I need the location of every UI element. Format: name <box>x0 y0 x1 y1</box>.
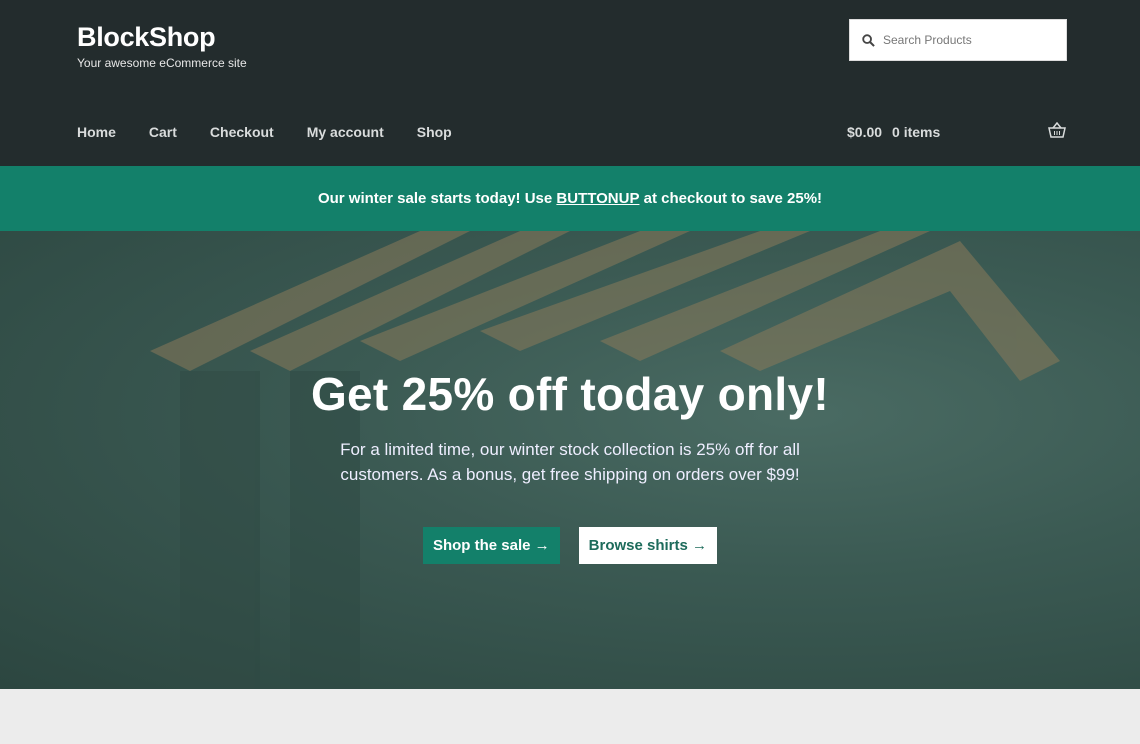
site-title[interactable]: BlockShop <box>77 22 247 53</box>
shop-the-sale-button[interactable]: Shop the sale → <box>422 527 560 564</box>
coupon-code: BUTTONUP <box>556 190 640 207</box>
site-header: BlockShop Your awesome eCommerce site Ho… <box>0 0 1140 166</box>
sale-banner: Our winter sale starts today! Use BUTTON… <box>0 166 1140 231</box>
nav-cart[interactable]: Cart <box>149 124 177 140</box>
basket-icon[interactable] <box>1048 122 1066 138</box>
cart-count: 0 items <box>892 124 941 140</box>
nav-my-account[interactable]: My account <box>307 124 384 140</box>
cart-total: $0.00 <box>847 124 883 140</box>
primary-nav: Home Cart Checkout My account Shop <box>77 124 452 140</box>
branding: BlockShop Your awesome eCommerce site <box>77 22 247 70</box>
search-box[interactable] <box>849 19 1067 61</box>
hero-title: Get 25% off today only! <box>310 368 830 420</box>
hero-section: Get 25% off today only! For a limited ti… <box>0 231 1140 689</box>
site-tagline: Your awesome eCommerce site <box>77 56 247 70</box>
cart-summary[interactable]: $0.00 0 items <box>847 124 940 140</box>
banner-text-after: at checkout to save 25%! <box>643 190 823 207</box>
search-input[interactable] <box>883 33 1063 47</box>
nav-checkout[interactable]: Checkout <box>210 124 274 140</box>
hero-description: For a limited time, our winter stock col… <box>340 440 800 484</box>
banner-text-before: Our winter sale starts today! Use <box>317 190 553 207</box>
search-icon <box>862 33 875 47</box>
browse-shirts-button[interactable]: Browse shirts → <box>578 527 718 564</box>
nav-home[interactable]: Home <box>77 124 116 140</box>
nav-shop[interactable]: Shop <box>417 124 452 140</box>
